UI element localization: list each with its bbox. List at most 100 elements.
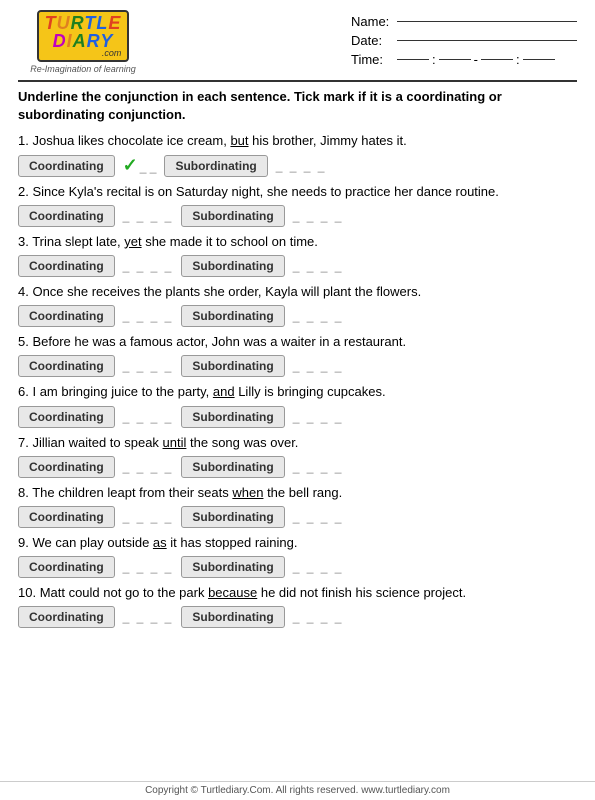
- q1-coord-remaining-dashes: _ _: [140, 160, 157, 174]
- question-6-text: 6. I am bringing juice to the party, and…: [18, 383, 577, 401]
- q8-conjunction: when: [232, 485, 263, 500]
- time-dash: -: [474, 52, 478, 67]
- q7-subordinating-button[interactable]: Subordinating: [181, 456, 284, 478]
- time-input: : - :: [397, 52, 555, 67]
- q2-number: 2.: [18, 184, 32, 199]
- q5-number: 5.: [18, 334, 32, 349]
- q10-coordinating-button[interactable]: Coordinating: [18, 606, 115, 628]
- questions-container: 1. Joshua likes chocolate ice cream, but…: [18, 132, 577, 628]
- q10-subordinating-button[interactable]: Subordinating: [181, 606, 284, 628]
- time-label: Time:: [351, 52, 391, 67]
- q4-answer-row: Coordinating_ _ _ _Subordinating_ _ _ _: [18, 305, 577, 327]
- q7-coord-dashes: _ _ _ _: [123, 460, 174, 474]
- q9-conjunction: as: [153, 535, 167, 550]
- logo-area: TURTLE DIARY .com Re-Imagination of lear…: [18, 10, 148, 74]
- question-4-text: 4. Once she receives the plants she orde…: [18, 283, 577, 301]
- time-seg2[interactable]: [439, 59, 471, 60]
- question-8: 8. The children leapt from their seats w…: [18, 484, 577, 528]
- question-1: 1. Joshua likes chocolate ice cream, but…: [18, 132, 577, 176]
- q7-answer-row: Coordinating _ _ _ _ Subordinating _ _ _ _: [18, 456, 577, 478]
- time-seg3[interactable]: [481, 59, 513, 60]
- question-10: 10. Matt could not go to the park becaus…: [18, 584, 577, 628]
- question-3-text: 3. Trina slept late, yet she made it to …: [18, 233, 577, 251]
- q9-subordinating-button[interactable]: Subordinating: [181, 556, 284, 578]
- header: TURTLE DIARY .com Re-Imagination of lear…: [18, 10, 577, 74]
- q6-subord-dashes: _ _ _ _: [293, 410, 344, 424]
- q1-coordinating-button[interactable]: Coordinating: [18, 155, 115, 177]
- q4-subordinating-button[interactable]: Subordinating: [181, 305, 284, 327]
- q3-coordinating-button[interactable]: Coordinating: [18, 255, 115, 277]
- logo-tagline: Re-Imagination of learning: [30, 64, 136, 74]
- q6-answer-row: Coordinating _ _ _ _ Subordinating _ _ _ _: [18, 406, 577, 428]
- q8-coordinating-button[interactable]: Coordinating: [18, 506, 115, 528]
- question-2: 2. Since Kyla's recital is on Saturday n…: [18, 183, 577, 227]
- q8-number: 8.: [18, 485, 32, 500]
- question-6: 6. I am bringing juice to the party, and…: [18, 383, 577, 427]
- q1-conjunction: but: [230, 133, 248, 148]
- logo-com: .com: [102, 48, 122, 58]
- header-divider: [18, 80, 577, 82]
- q8-coord-dashes: _ _ _ _: [123, 510, 174, 524]
- q2-coordinating-button[interactable]: Coordinating: [18, 205, 115, 227]
- question-1-text: 1. Joshua likes chocolate ice cream, but…: [18, 132, 577, 150]
- question-9: 9. We can play outside as it has stopped…: [18, 534, 577, 578]
- question-3: 3. Trina slept late, yet she made it to …: [18, 233, 577, 277]
- q4-coordinating-button[interactable]: Coordinating: [18, 305, 115, 327]
- q6-coordinating-button[interactable]: Coordinating: [18, 406, 115, 428]
- q10-conjunction: because: [208, 585, 257, 600]
- q5-subord-dashes: _ _ _ _: [293, 359, 344, 373]
- question-4: 4. Once she receives the plants she orde…: [18, 283, 577, 327]
- time-seg1[interactable]: [397, 59, 429, 60]
- footer-text: Copyright © Turtlediary.Com. All rights …: [0, 781, 595, 796]
- question-7-text: 7. Jillian waited to speak until the son…: [18, 434, 577, 452]
- q5-coord-dashes: _ _ _ _: [123, 359, 174, 373]
- q2-subordinating-button[interactable]: Subordinating: [181, 205, 284, 227]
- q4-number: 4.: [18, 284, 32, 299]
- q7-subord-dashes: _ _ _ _: [293, 460, 344, 474]
- question-10-text: 10. Matt could not go to the park becaus…: [18, 584, 577, 602]
- q6-conjunction: and: [213, 384, 235, 399]
- instruction-text: Underline the conjunction in each senten…: [18, 88, 577, 124]
- q1-answer-row: Coordinating ✓_ _ Subordinating _ _ _ _: [18, 155, 577, 177]
- q7-coordinating-button[interactable]: Coordinating: [18, 456, 115, 478]
- q5-answer-row: Coordinating _ _ _ _ Subordinating _ _ _ _: [18, 355, 577, 377]
- name-line[interactable]: [397, 21, 577, 22]
- q5-coordinating-button[interactable]: Coordinating: [18, 355, 115, 377]
- q8-answer-row: Coordinating _ _ _ _ Subordinating _ _ _ _: [18, 506, 577, 528]
- q4-coord-dashes: _ _ _ _: [123, 309, 174, 323]
- q2-answer-row: Coordinating_ _ _ _Subordinating_ _ _ _: [18, 205, 577, 227]
- question-2-text: 2. Since Kyla's recital is on Saturday n…: [18, 183, 577, 201]
- q1-checkmark: ✓: [123, 155, 138, 175]
- time-colon1: :: [432, 52, 436, 67]
- q1-number: 1.: [18, 133, 32, 148]
- q8-subordinating-button[interactable]: Subordinating: [181, 506, 284, 528]
- time-seg4[interactable]: [523, 59, 555, 60]
- q3-subordinating-button[interactable]: Subordinating: [181, 255, 284, 277]
- q1-subordinating-button[interactable]: Subordinating: [164, 155, 267, 177]
- q3-answer-row: Coordinating_ _ _ _Subordinating_ _ _ _: [18, 255, 577, 277]
- date-line[interactable]: [397, 40, 577, 41]
- logo-text: TURTLE: [45, 14, 122, 32]
- q8-subord-dashes: _ _ _ _: [293, 510, 344, 524]
- question-9-text: 9. We can play outside as it has stopped…: [18, 534, 577, 552]
- q1-subord-dashes: _ _ _ _: [276, 159, 327, 173]
- q6-subordinating-button[interactable]: Subordinating: [181, 406, 284, 428]
- q9-coordinating-button[interactable]: Coordinating: [18, 556, 115, 578]
- q5-subordinating-button[interactable]: Subordinating: [181, 355, 284, 377]
- q10-number: 10.: [18, 585, 40, 600]
- q10-coord-dashes: _ _ _ _: [123, 610, 174, 624]
- q6-coord-dashes: _ _ _ _: [123, 410, 174, 424]
- q1-coord-dashes: ✓_ _: [123, 155, 157, 176]
- q3-number: 3.: [18, 234, 32, 249]
- q3-subord-dashes: _ _ _ _: [293, 259, 344, 273]
- date-label: Date:: [351, 33, 391, 48]
- question-5: 5. Before he was a famous actor, John wa…: [18, 333, 577, 377]
- q2-coord-dashes: _ _ _ _: [123, 209, 174, 223]
- q3-conjunction: yet: [124, 234, 141, 249]
- q6-number: 6.: [18, 384, 32, 399]
- date-field-row: Date:: [351, 33, 577, 48]
- q7-number: 7.: [18, 435, 32, 450]
- name-field-row: Name:: [351, 14, 577, 29]
- question-7: 7. Jillian waited to speak until the son…: [18, 434, 577, 478]
- q9-number: 9.: [18, 535, 32, 550]
